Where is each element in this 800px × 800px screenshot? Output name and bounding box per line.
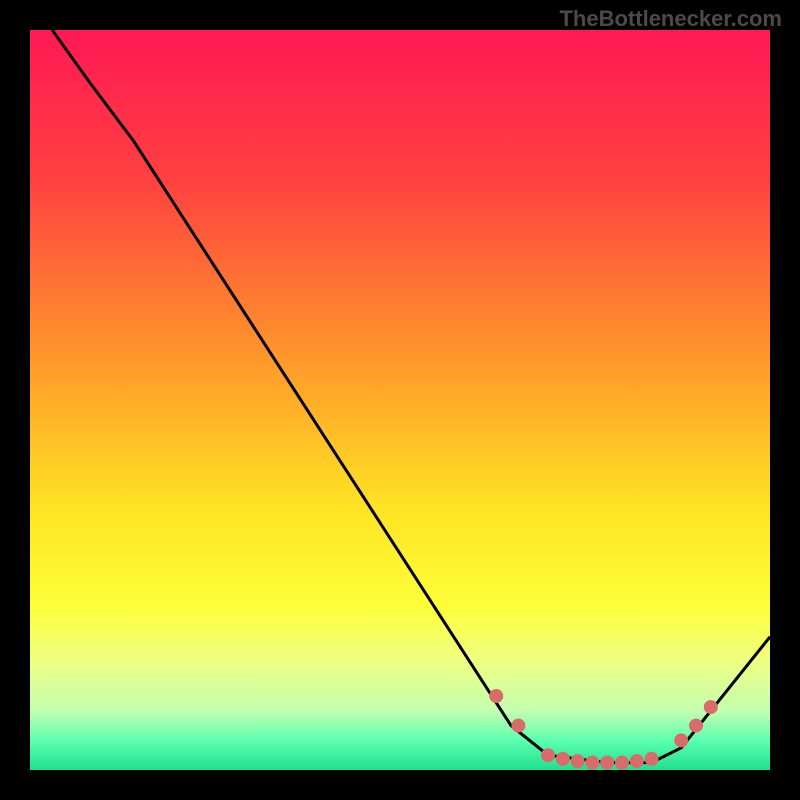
data-marker xyxy=(674,733,688,747)
data-marker xyxy=(585,756,599,770)
data-marker xyxy=(630,754,644,768)
data-marker xyxy=(511,719,525,733)
plot-area xyxy=(30,30,770,770)
data-marker xyxy=(645,752,659,766)
data-marker xyxy=(541,748,555,762)
watermark-text: TheBottlenecker.com xyxy=(559,6,782,32)
chart-curve-layer xyxy=(30,30,770,770)
main-curve xyxy=(52,30,770,763)
data-marker xyxy=(704,700,718,714)
markers-group xyxy=(489,689,718,770)
data-marker xyxy=(689,719,703,733)
data-marker xyxy=(600,756,614,770)
data-marker xyxy=(615,756,629,770)
data-marker xyxy=(489,689,503,703)
data-marker xyxy=(571,754,585,768)
data-marker xyxy=(556,752,570,766)
